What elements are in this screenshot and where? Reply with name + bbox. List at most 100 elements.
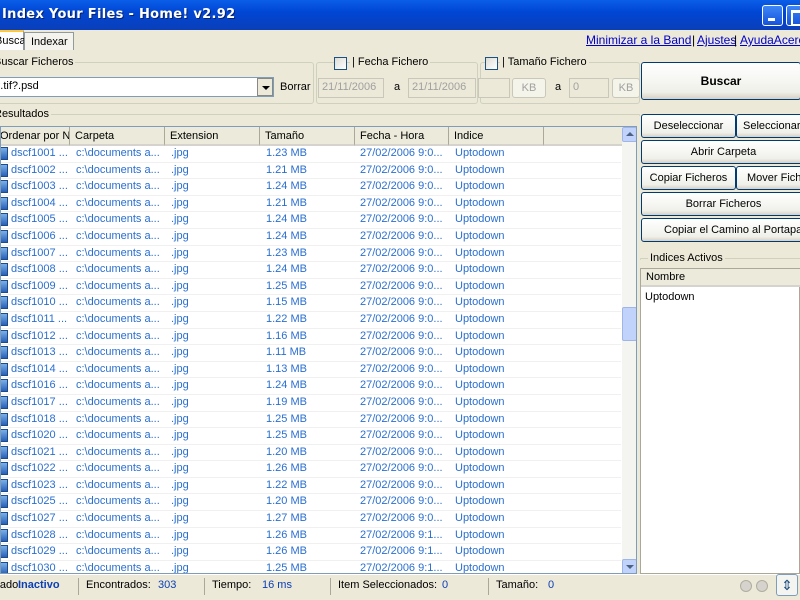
table-row[interactable]: dscf1004 ... c:\documents a... .jpg 1.21 MB… bbox=[1, 196, 621, 213]
table-row[interactable]: dscf1021 ... c:\documents a... .jpg 1.20 MB… bbox=[1, 445, 621, 462]
search-query-input[interactable]: *.tif?.psd bbox=[0, 77, 274, 97]
table-cell: 27/02/2006 9:0... bbox=[360, 296, 443, 309]
results-scrollbar[interactable] bbox=[622, 127, 636, 573]
table-cell: c:\documents a... bbox=[76, 263, 160, 276]
copy-path-button[interactable]: Copiar el Camino al Portapapeles bbox=[641, 218, 800, 242]
table-cell: dscf1030 ... bbox=[11, 561, 68, 574]
table-row[interactable]: dscf1023 ... c:\documents a... .jpg 1.22 MB… bbox=[1, 478, 621, 495]
table-row[interactable]: dscf1012 ... c:\documents a... .jpg 1.16 MB… bbox=[1, 329, 621, 346]
table-cell: c:\documents a... bbox=[76, 213, 160, 226]
table-row[interactable]: dscf1006 ... c:\documents a... .jpg 1.24 MB… bbox=[1, 229, 621, 246]
table-row[interactable]: dscf1003 ... c:\documents a... .jpg 1.24 MB… bbox=[1, 179, 621, 196]
column-header-index[interactable]: Indice bbox=[449, 127, 544, 146]
size-to-unit-button[interactable]: KB bbox=[612, 78, 640, 98]
image-file-icon bbox=[1, 429, 8, 443]
index-item[interactable]: Uptodown bbox=[645, 291, 695, 303]
column-header-name[interactable]: Ordenar por No... bbox=[1, 127, 70, 146]
select-button[interactable]: Seleccionar bbox=[736, 114, 800, 138]
minimize-to-tray-link[interactable]: Minimizar a la Band bbox=[586, 33, 691, 47]
table-cell: dscf1008 ... bbox=[11, 263, 68, 276]
size-from-input[interactable] bbox=[478, 78, 510, 98]
results-group bbox=[0, 114, 640, 116]
table-row[interactable]: dscf1020 ... c:\documents a... .jpg 1.25 MB… bbox=[1, 428, 621, 445]
table-row[interactable]: dscf1005 ... c:\documents a... .jpg 1.24 MB… bbox=[1, 212, 621, 229]
column-header-extension[interactable]: Extension bbox=[165, 127, 260, 146]
indexes-list[interactable]: Nombre Uptodown bbox=[640, 268, 800, 574]
link-separator: | bbox=[692, 33, 696, 47]
table-cell: dscf1027 ... bbox=[11, 512, 68, 525]
table-row[interactable]: dscf1013 ... c:\documents a... .jpg 1.11 MB… bbox=[1, 345, 621, 362]
table-cell: 1.25 MB bbox=[266, 561, 307, 574]
minimize-icon[interactable] bbox=[762, 5, 783, 26]
table-cell: c:\documents a... bbox=[76, 246, 160, 259]
table-cell: .jpg bbox=[171, 229, 189, 242]
table-cell: c:\documents a... bbox=[76, 445, 160, 458]
table-cell: 1.24 MB bbox=[266, 379, 307, 392]
table-cell: dscf1029 ... bbox=[11, 545, 68, 558]
table-row[interactable]: dscf1025 ... c:\documents a... .jpg 1.20 MB… bbox=[1, 494, 621, 512]
copy-files-button[interactable]: Copiar Ficheros bbox=[641, 166, 736, 190]
column-header-folder[interactable]: Carpeta bbox=[70, 127, 165, 146]
table-cell: 1.26 MB bbox=[266, 462, 307, 475]
size-from-unit-button[interactable]: KB bbox=[512, 78, 546, 98]
table-cell: c:\documents a... bbox=[76, 412, 160, 425]
size-to-input[interactable]: 0 bbox=[569, 78, 609, 98]
open-folder-button[interactable]: Abrir Carpeta bbox=[641, 140, 800, 164]
table-row[interactable]: dscf1029 ... c:\documents a... .jpg 1.26 MB… bbox=[1, 544, 621, 561]
table-row[interactable]: dscf1017 ... c:\documents a... .jpg 1.19 MB… bbox=[1, 395, 621, 412]
table-cell: 1.26 MB bbox=[266, 528, 307, 541]
scroll-up-icon[interactable] bbox=[622, 127, 636, 142]
table-row[interactable]: dscf1016 ... c:\documents a... .jpg 1.24 MB… bbox=[1, 378, 621, 395]
table-cell: .jpg bbox=[171, 180, 189, 193]
table-cell: 27/02/2006 9:0... bbox=[360, 329, 443, 342]
results-grid[interactable]: Ordenar por No... Carpeta Extension Tama… bbox=[0, 126, 637, 574]
table-row[interactable]: dscf1028 ... c:\documents a... .jpg 1.26 MB… bbox=[1, 528, 621, 545]
table-row[interactable]: dscf1011 ... c:\documents a... .jpg 1.22 MB… bbox=[1, 312, 621, 329]
move-files-button[interactable]: Mover Ficheros bbox=[736, 166, 800, 190]
scroll-thumb[interactable] bbox=[622, 307, 636, 341]
deselect-button[interactable]: Deseleccionar bbox=[641, 114, 736, 138]
table-cell: 27/02/2006 9:0... bbox=[360, 395, 443, 408]
search-button[interactable]: Buscar bbox=[641, 62, 800, 100]
table-row[interactable]: dscf1010 ... c:\documents a... .jpg 1.15 MB… bbox=[1, 295, 621, 312]
tray-icon[interactable]: ⇕ bbox=[776, 574, 798, 596]
indexes-column-header[interactable]: Nombre bbox=[641, 269, 800, 287]
tab-buscar[interactable]: Buscar bbox=[0, 30, 29, 50]
column-header-datetime[interactable]: Fecha - Hora bbox=[355, 127, 449, 146]
table-row[interactable]: dscf1018 ... c:\documents a... .jpg 1.25 MB… bbox=[1, 412, 621, 429]
table-cell: .jpg bbox=[171, 462, 189, 475]
column-header-empty bbox=[544, 127, 624, 146]
column-header-size[interactable]: Tamaño bbox=[260, 127, 355, 146]
table-row[interactable]: dscf1030 ... c:\documents a... .jpg 1.25 MB… bbox=[1, 561, 621, 574]
table-cell: Uptodown bbox=[455, 346, 505, 359]
table-row[interactable]: dscf1002 ... c:\documents a... .jpg 1.21 MB… bbox=[1, 163, 621, 180]
status-divider bbox=[204, 578, 205, 595]
clear-query-button[interactable]: Borrar bbox=[280, 81, 311, 93]
delete-files-button[interactable]: Borrar Ficheros bbox=[641, 192, 800, 216]
help-about-link[interactable]: AyudaAcerca bbox=[740, 33, 800, 47]
table-row[interactable]: dscf1001 ... c:\documents a... .jpg 1.23 MB… bbox=[1, 146, 621, 163]
date-to-input[interactable]: 21/11/2006 bbox=[408, 78, 476, 98]
image-file-icon bbox=[1, 462, 8, 476]
table-row[interactable]: dscf1008 ... c:\documents a... .jpg 1.24 MB… bbox=[1, 262, 621, 279]
table-cell: .jpg bbox=[171, 329, 189, 342]
query-dropdown-icon[interactable] bbox=[257, 78, 273, 96]
table-cell: Uptodown bbox=[455, 412, 505, 425]
table-row[interactable]: dscf1027 ... c:\documents a... .jpg 1.27 MB… bbox=[1, 511, 621, 528]
table-row[interactable]: dscf1007 ... c:\documents a... .jpg 1.23 MB… bbox=[1, 246, 621, 263]
date-filter-checkbox[interactable] bbox=[334, 57, 347, 70]
settings-link[interactable]: Ajustes bbox=[697, 33, 736, 47]
table-row[interactable]: dscf1009 ... c:\documents a... .jpg 1.25 MB… bbox=[1, 279, 621, 296]
table-cell: .jpg bbox=[171, 379, 189, 392]
table-cell: c:\documents a... bbox=[76, 395, 160, 408]
table-row[interactable]: dscf1014 ... c:\documents a... .jpg 1.13 MB… bbox=[1, 362, 621, 379]
tab-indexar[interactable]: Indexar bbox=[24, 32, 74, 50]
table-cell: Uptodown bbox=[455, 545, 505, 558]
table-row[interactable]: dscf1022 ... c:\documents a... .jpg 1.26 MB… bbox=[1, 461, 621, 478]
table-cell: 27/02/2006 9:0... bbox=[360, 512, 443, 525]
maximize-icon[interactable] bbox=[786, 5, 800, 26]
date-from-input[interactable]: 21/11/2006 bbox=[318, 78, 384, 98]
size-filter-checkbox[interactable] bbox=[485, 57, 498, 70]
table-cell: 27/02/2006 9:0... bbox=[360, 263, 443, 276]
scroll-down-icon[interactable] bbox=[622, 559, 636, 573]
